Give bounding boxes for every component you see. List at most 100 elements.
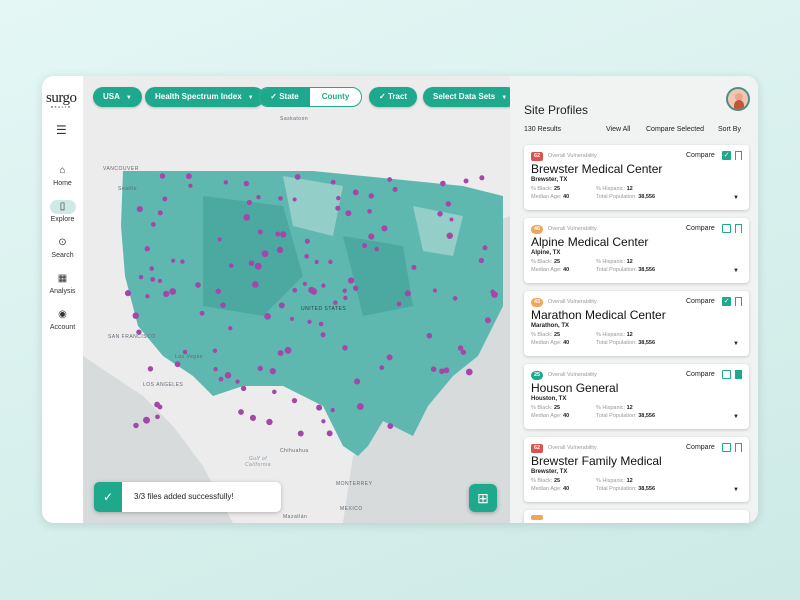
site-marker[interactable] [318,321,324,327]
grid-view-button[interactable]: ⊞ [469,484,497,512]
site-marker[interactable] [149,266,155,271]
site-marker[interactable] [491,291,498,298]
site-marker[interactable] [294,174,301,180]
tract-toggle[interactable]: ✓ Tract [369,87,418,107]
site-marker[interactable] [321,419,326,424]
site-marker[interactable] [144,245,150,252]
site-marker[interactable] [302,281,307,286]
site-marker[interactable] [445,201,452,207]
site-marker[interactable] [328,259,333,265]
site-marker[interactable] [275,231,281,237]
bookmark-icon[interactable] [735,151,742,160]
sidebar-item-search[interactable]: ⊙ Search [42,236,83,259]
site-marker[interactable] [224,372,232,379]
expand-caret-icon[interactable]: ▼ [733,268,739,274]
site-marker[interactable] [304,253,310,259]
site-marker[interactable] [257,365,263,372]
site-marker[interactable] [387,177,393,182]
site-marker[interactable] [446,232,453,240]
site-card-partial[interactable] [524,510,749,523]
site-marker[interactable] [330,407,335,413]
bookmark-icon[interactable] [735,224,742,233]
expand-caret-icon[interactable]: ▼ [733,341,739,347]
site-marker[interactable] [199,310,205,316]
site-marker[interactable] [336,195,341,201]
state-toggle[interactable]: ✓ State [259,88,310,106]
site-marker[interactable] [368,193,375,199]
site-marker[interactable] [261,250,269,258]
map-canvas[interactable] [83,76,510,523]
site-marker[interactable] [163,290,170,298]
site-marker[interactable] [157,210,163,216]
site-marker[interactable] [292,287,298,293]
site-marker[interactable] [352,189,359,196]
site-marker[interactable] [316,404,323,411]
site-marker[interactable] [138,274,144,280]
site-marker[interactable] [367,209,372,214]
site-marker[interactable] [439,368,445,375]
site-marker[interactable] [292,197,297,202]
site-card[interactable]: 43 Overall Vulnerability Compare ✓ Marat… [524,291,749,356]
site-marker[interactable] [220,302,226,308]
site-marker[interactable] [387,423,394,429]
site-marker[interactable] [218,376,224,382]
site-card[interactable]: 46 Overall Vulnerability Compare Alpine … [524,218,749,283]
site-marker[interactable] [352,285,359,291]
expand-caret-icon[interactable]: ▼ [733,195,739,201]
site-marker[interactable] [297,430,304,437]
site-marker[interactable] [249,414,257,421]
site-marker[interactable] [213,366,218,372]
site-marker[interactable] [264,313,271,320]
site-card[interactable]: 62 Overall Vulnerability Compare Brewste… [524,437,749,502]
site-marker[interactable] [254,262,262,270]
compare-checkbox[interactable]: ✓ [722,297,731,306]
site-marker[interactable] [411,264,417,270]
site-marker[interactable] [330,179,336,185]
site-marker[interactable] [252,281,259,288]
site-marker[interactable] [314,259,319,264]
site-marker[interactable] [228,263,234,269]
compare-checkbox[interactable] [722,443,731,452]
site-card[interactable]: 62 Overall Vulnerability Compare ✓ Brews… [524,145,749,210]
site-marker[interactable] [335,205,341,211]
site-marker[interactable] [326,430,333,437]
site-marker[interactable] [256,195,261,200]
map[interactable]: Saskatoon VANCOUVER Seattle UNITED STATE… [83,76,510,523]
index-dropdown[interactable]: Health Spectrum Index ▼ [145,87,264,107]
site-marker[interactable] [248,260,255,267]
site-marker[interactable] [155,414,160,420]
site-marker[interactable] [228,326,233,331]
site-marker[interactable] [321,283,326,288]
compare-checkbox[interactable]: ✓ [722,151,731,160]
compare-selected-link[interactable]: Compare Selected [646,126,704,133]
view-all-link[interactable]: View All [606,126,630,133]
site-marker[interactable] [157,404,163,410]
site-marker[interactable] [478,257,485,264]
site-marker[interactable] [277,350,284,357]
site-marker[interactable] [180,259,185,264]
site-marker[interactable] [452,296,458,301]
site-marker[interactable] [124,290,132,297]
expand-caret-icon[interactable]: ▼ [733,487,739,493]
site-marker[interactable] [269,367,276,375]
bookmark-icon[interactable] [735,297,742,306]
site-marker[interactable] [437,211,443,217]
avatar[interactable] [726,87,750,111]
site-marker[interactable] [392,186,398,193]
site-marker[interactable] [345,210,352,217]
site-marker[interactable] [404,290,411,297]
compare-checkbox[interactable] [722,224,731,233]
site-card[interactable]: 25 Overall Vulnerability Compare Houson … [524,364,749,429]
bookmark-icon[interactable] [735,370,742,379]
site-marker[interactable] [223,180,229,185]
site-marker[interactable] [278,302,285,309]
site-marker[interactable] [361,243,368,249]
site-marker[interactable] [159,173,166,179]
site-marker[interactable] [145,294,150,299]
site-marker[interactable] [243,214,251,221]
sidebar-item-explore[interactable]: ▯ Explore [42,200,83,223]
site-marker[interactable] [284,346,292,354]
site-marker[interactable] [276,246,284,254]
site-marker[interactable] [215,288,222,294]
site-marker[interactable] [310,288,318,295]
